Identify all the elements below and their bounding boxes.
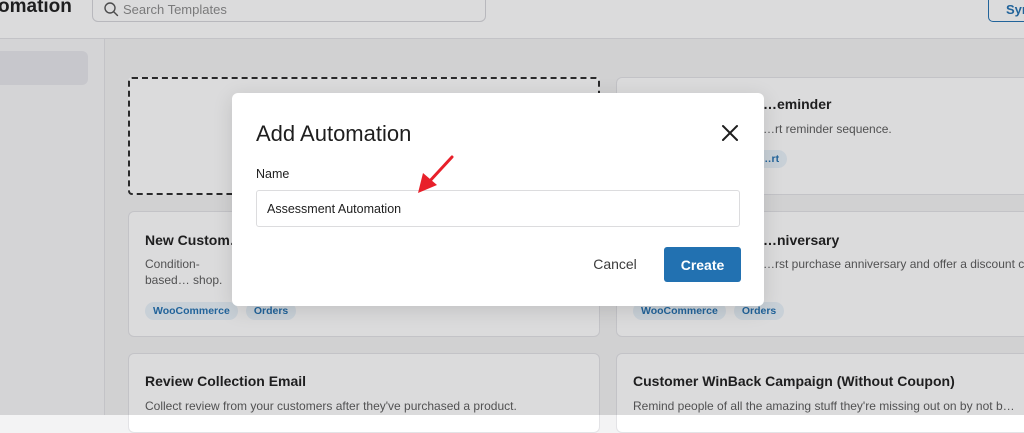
automations-page: omation Syn …eminder …rt reminder sequen… (0, 0, 1024, 433)
add-automation-dialog: Add Automation Name Cancel Create (232, 93, 764, 306)
name-input[interactable] (256, 190, 740, 227)
close-icon[interactable] (718, 121, 742, 145)
create-button[interactable]: Create (664, 247, 741, 282)
annotation-arrow-icon (418, 155, 454, 193)
cancel-button[interactable]: Cancel (582, 246, 648, 282)
name-label: Name (256, 167, 290, 181)
dialog-title: Add Automation (256, 121, 412, 146)
